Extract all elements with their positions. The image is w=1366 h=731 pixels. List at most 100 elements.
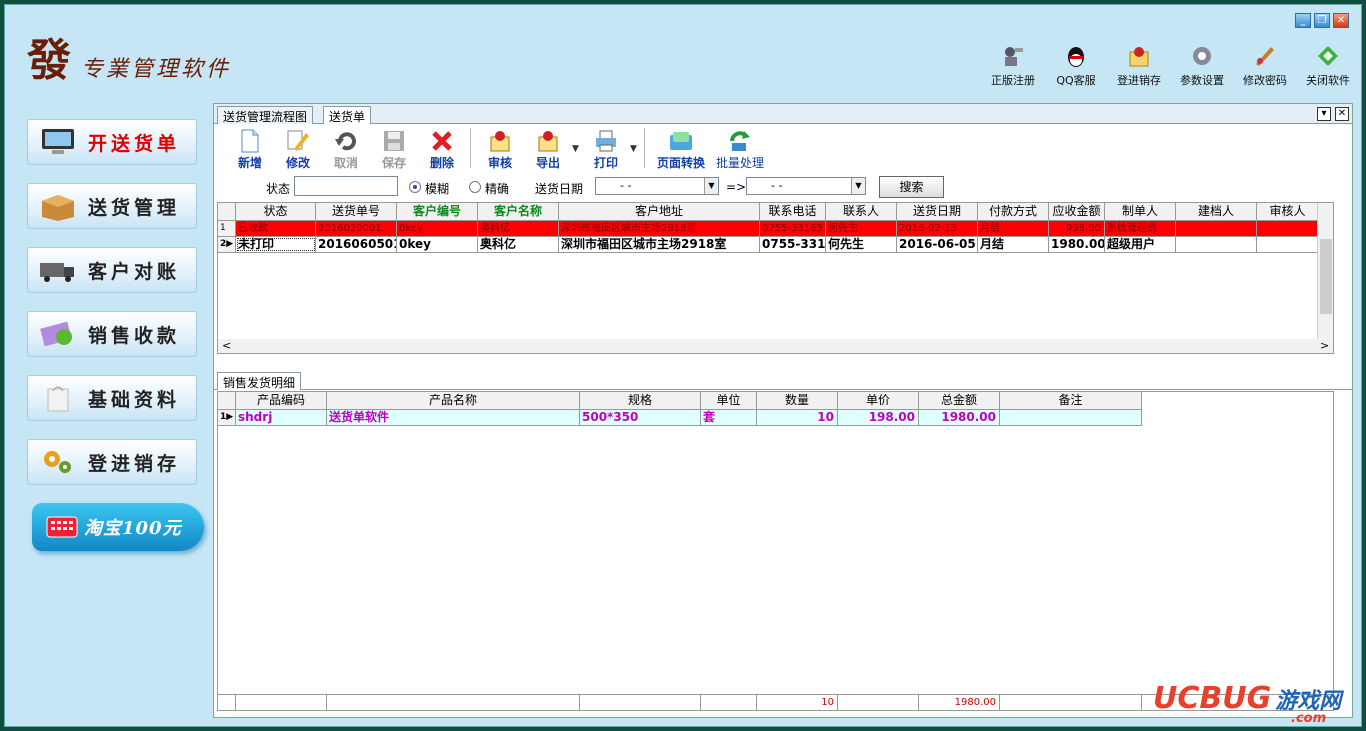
col-customer-name[interactable]: 客户名称 [478,203,559,221]
col-auditor[interactable]: 审核人 [1257,203,1319,221]
col-creator[interactable]: 制单人 [1105,203,1176,221]
nav-delivery-management[interactable]: 送货管理 [27,183,197,229]
edit-button[interactable]: 修改 [274,124,322,171]
nav-customer-reconciliation[interactable]: 客户对账 [27,247,197,293]
exact-radio[interactable] [469,181,481,193]
chevron-down-icon[interactable]: ▼ [704,178,718,194]
date-to-value: - - [771,179,783,192]
scroll-right-icon[interactable]: > [1320,339,1329,353]
cell-address: 深圳市福田区城市主场2918室 [559,237,760,252]
search-button[interactable]: 搜索 [879,176,944,198]
status-input[interactable] [294,176,398,196]
qq-icon [1068,47,1084,67]
date-to-picker[interactable]: - - ▼ [746,177,866,195]
change-password-button[interactable]: 修改密码 [1237,43,1293,88]
date-label: 送货日期 [535,182,584,196]
col-spec[interactable]: 规格 [580,392,701,410]
col-delivery-date[interactable]: 送货日期 [897,203,978,221]
row-pointer-icon: ▶ [226,412,234,422]
audit-label: 审核 [487,156,512,170]
col-quantity[interactable]: 数量 [757,392,838,410]
col-archiver[interactable]: 建档人 [1176,203,1257,221]
cell-contact: 何先生 [826,221,897,236]
nav-basic-data[interactable]: 基础资料 [27,375,197,421]
action-toolbar: 新增 修改 取消 保存 删除 审核 导出 ▼ 打印 ▼ 页面转换 批量处理 [214,124,1352,172]
minimize-icon[interactable]: _ [1295,13,1311,28]
monitor-icon [42,129,74,154]
register-button[interactable]: 正版注册 [985,43,1041,88]
cell-date: 2016-06-05 [897,237,978,252]
cell-delivery-no: 2016020001 [316,221,397,236]
footer-spacer [580,695,701,710]
settings-button[interactable]: 参数设置 [1174,43,1230,88]
delete-button[interactable]: 删除 [418,124,466,171]
cell-date: 2016-02-13 [897,221,978,236]
cell-status: 未打印 [236,237,316,252]
vertical-scrollbar[interactable] [1317,203,1333,339]
col-unit-price[interactable]: 单价 [838,392,919,410]
col-status[interactable]: 状态 [236,203,316,221]
inventory-button[interactable]: 登进销存 [1111,43,1167,88]
nav-new-delivery[interactable]: 开送货单 [27,119,197,165]
keyboard-icon [46,516,78,538]
new-document-icon [241,129,259,153]
cell-unit: 套 [701,410,757,425]
fuzzy-radio[interactable] [409,181,421,193]
table-row[interactable]: 1▶ shdrj 送货单软件 500*350 套 10 198.00 1980.… [218,410,1142,426]
col-contact[interactable]: 联系人 [826,203,897,221]
close-icon[interactable]: ✕ [1333,13,1349,28]
save-button[interactable]: 保存 [370,124,418,171]
detail-tab-line [214,389,1352,390]
print-dropdown-icon[interactable]: ▼ [630,144,640,154]
cell-receivable: 998.00 [1049,221,1105,236]
date-from-picker[interactable]: - - ▼ [595,177,719,195]
nav-inventory[interactable]: 登进销存 [27,439,197,485]
scroll-thumb[interactable] [1320,239,1332,314]
exit-button[interactable]: 关闭软件 [1300,43,1356,88]
scroll-left-icon[interactable]: < [222,339,231,353]
print-label: 打印 [593,156,618,170]
restore-icon[interactable]: ❐ [1314,13,1330,28]
new-button[interactable]: 新增 [226,124,274,171]
audit-button[interactable]: 审核 [476,124,524,171]
cell-spec: 500*350 [580,410,701,425]
chevron-down-icon[interactable]: ▼ [851,178,865,194]
logo-char: 發 [27,35,71,86]
col-customer-address[interactable]: 客户地址 [559,203,760,221]
exit-icon [1318,46,1338,66]
col-customer-code[interactable]: 客户编号 [397,203,478,221]
bag-icon [47,386,69,412]
cell-product-name: 送货单软件 [327,410,580,425]
export-button[interactable]: 导出 [524,124,572,171]
col-remark[interactable]: 备注 [1000,392,1142,410]
col-product-name[interactable]: 产品名称 [327,392,580,410]
tab-delivery-note[interactable]: 送货单 [323,106,372,125]
print-button[interactable]: 打印 [582,124,630,171]
tab-dropdown-icon[interactable]: ▾ [1317,107,1331,121]
cell-creator: 系统管理员 [1105,221,1176,236]
undo-icon [335,132,356,151]
table-row[interactable]: 1 已收款 2016020001 0key 奥科亿 深圳市福田区城市主场2918… [218,221,1333,237]
page-switch-button[interactable]: 页面转换 [650,124,712,171]
tab-flowchart[interactable]: 送货管理流程图 [217,106,314,124]
col-total[interactable]: 总金额 [919,392,1000,410]
row-indicator-header [218,392,236,410]
batch-button[interactable]: 批量处理 [712,124,768,171]
col-payment[interactable]: 付款方式 [978,203,1049,221]
export-label: 导出 [535,156,560,170]
col-receivable[interactable]: 应收金额 [1049,203,1105,221]
col-product-code[interactable]: 产品编码 [236,392,327,410]
gears-icon [44,451,71,473]
col-delivery-no[interactable]: 送货单号 [316,203,397,221]
taobao-button[interactable]: 淘宝100元 [32,503,204,551]
col-unit[interactable]: 单位 [701,392,757,410]
qq-service-button[interactable]: QQ客服 [1048,43,1104,88]
tab-close-icon[interactable]: ✕ [1335,107,1349,121]
export-dropdown-icon[interactable]: ▼ [572,144,582,154]
nav-sales-receipts[interactable]: 销售收款 [27,311,197,357]
cancel-button[interactable]: 取消 [322,124,370,171]
horizontal-scrollbar[interactable]: < > [218,339,1333,353]
tab-sales-detail[interactable]: 销售发货明细 [217,372,302,390]
col-phone[interactable]: 联系电话 [760,203,826,221]
table-row[interactable]: 2▶ 未打印 2016060501 0key 奥科亿 深圳市福田区城市主场291… [218,237,1333,253]
